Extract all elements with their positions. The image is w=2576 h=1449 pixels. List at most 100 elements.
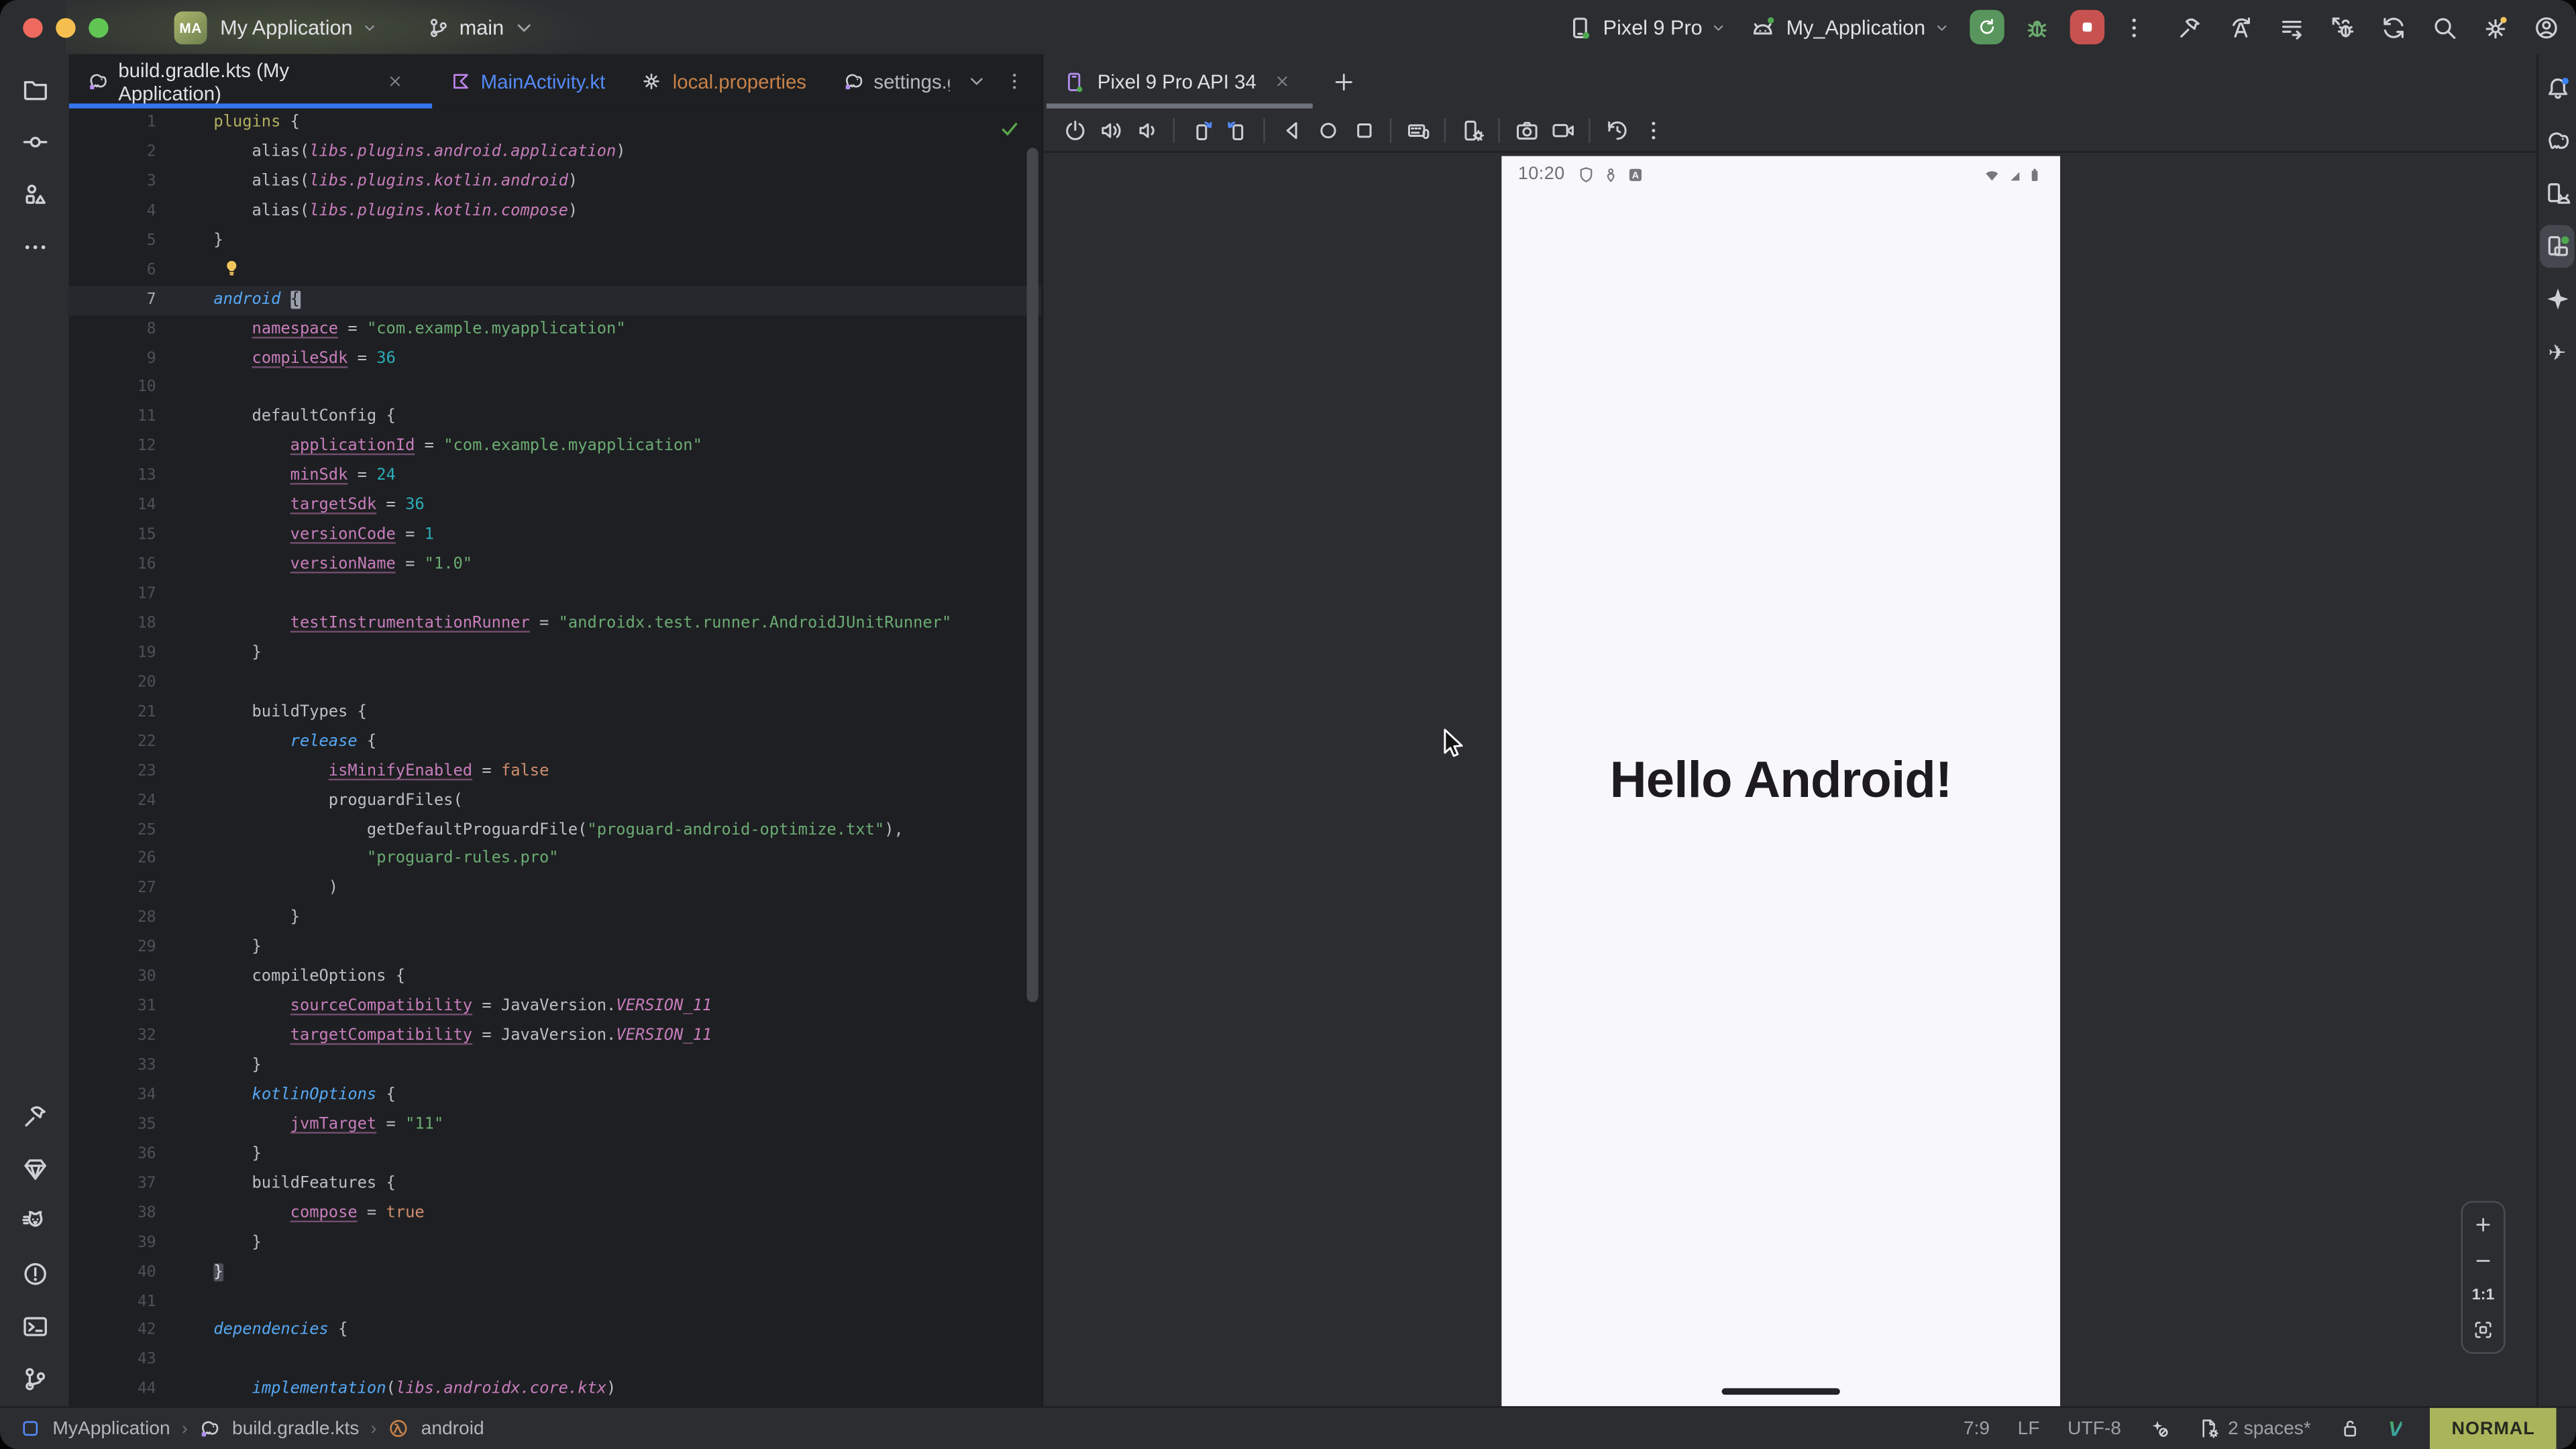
volume-down-icon[interactable] [1134, 117, 1159, 142]
zoom-controls: 1:1 [2461, 1201, 2506, 1354]
search-everywhere-icon[interactable] [2431, 14, 2457, 40]
code-line-25: 25 getDefaultProguardFile("proguard-andr… [69, 816, 1042, 845]
tool-window-button-gradle-tool[interactable] [2540, 120, 2574, 163]
zoom-actual-size-button[interactable]: 1:1 [2472, 1287, 2495, 1305]
tool-window-button-structure[interactable] [10, 172, 59, 215]
vim-mode-badge[interactable]: NORMAL [2430, 1408, 2557, 1449]
breadcrumb-project[interactable]: MyApplication [52, 1419, 170, 1438]
intention-bulb-icon[interactable] [222, 258, 241, 277]
close-window-button[interactable] [23, 17, 42, 37]
tool-window-button-notifications[interactable] [2540, 67, 2574, 110]
back-icon[interactable] [1279, 117, 1304, 142]
rotate-left-icon[interactable] [1189, 117, 1214, 142]
cellular-icon [2004, 165, 2023, 183]
tool-window-button-project[interactable] [10, 67, 59, 110]
line-number: 32 [69, 1022, 156, 1051]
breadcrumb-file[interactable]: build.gradle.kts [232, 1419, 359, 1438]
stop-button[interactable] [2070, 10, 2104, 44]
screen-record-icon[interactable] [1550, 117, 1575, 142]
settings-icon[interactable] [2482, 14, 2508, 40]
close-icon[interactable] [1273, 72, 1291, 91]
add-device-button[interactable] [1332, 70, 1354, 93]
gradle-tool-icon [2544, 128, 2570, 154]
tab-build-gradle-kts[interactable]: build.gradle.kts (My Application) [69, 54, 431, 109]
ideavim-icon[interactable]: V [2388, 1416, 2402, 1441]
code-line-5: 5} [69, 226, 1042, 256]
tool-window-button-running-devices[interactable] [2540, 225, 2574, 268]
overview-icon[interactable] [1351, 117, 1376, 142]
sync-project-icon[interactable] [2381, 14, 2407, 40]
breadcrumb-element[interactable]: android [421, 1419, 484, 1438]
profiler-icon[interactable] [2279, 14, 2305, 40]
close-icon[interactable] [386, 72, 404, 91]
project-selector[interactable]: My Application [220, 15, 352, 38]
tool-window-button-version-control[interactable] [10, 1357, 59, 1400]
line-text: android { [213, 285, 300, 315]
line-text: ) [213, 875, 338, 904]
tool-window-button-terminal[interactable] [10, 1304, 59, 1347]
home-icon[interactable] [1315, 117, 1340, 142]
rotate-right-icon[interactable] [1225, 117, 1250, 142]
fit-screen-button[interactable] [2473, 1320, 2494, 1341]
zoom-in-button[interactable] [2473, 1214, 2494, 1236]
ai-assistant-off-icon[interactable] [2149, 1417, 2171, 1439]
device-selector[interactable]: Pixel 9 Pro [1567, 14, 1727, 40]
device-screen[interactable]: 10:20 A Hello Android! [1501, 156, 2060, 1407]
tool-window-button-commit[interactable] [10, 120, 59, 163]
attach-debugger-icon[interactable] [2330, 14, 2356, 40]
tool-window-button-more-tool-windows[interactable] [10, 225, 59, 268]
code-viewport[interactable]: 1plugins {2 alias(libs.plugins.android.a… [69, 109, 1042, 1408]
tab-options-icon[interactable] [1004, 70, 1025, 92]
tool-window-button-device-manager[interactable] [2540, 172, 2574, 215]
tab-settings-gradle[interactable]: settings.g [824, 54, 950, 109]
profile-account-icon[interactable] [2533, 14, 2559, 40]
inspections-ok-icon[interactable] [999, 118, 1020, 140]
branch-selector[interactable]: main [427, 15, 535, 38]
tool-window-button-logcat[interactable] [10, 1199, 59, 1242]
line-text: } [213, 226, 223, 256]
device-settings-icon[interactable] [1460, 117, 1485, 142]
hidden-tabs-chevron-icon[interactable] [966, 70, 987, 92]
screenshot-icon[interactable] [1514, 117, 1539, 142]
volume-up-icon[interactable] [1098, 117, 1123, 142]
gesture-navigation-handle[interactable] [1722, 1388, 1840, 1395]
maximize-window-button[interactable] [89, 17, 108, 37]
person-pin-icon [1601, 165, 1619, 183]
more-actions-button[interactable] [2121, 14, 2147, 40]
unlock-icon[interactable] [2339, 1417, 2361, 1439]
snapshot-reset-icon[interactable] [1604, 117, 1629, 142]
code-line-43: 43 [69, 1346, 1042, 1376]
tool-window-button-app-quality-insights[interactable] [10, 1146, 59, 1189]
file-encoding[interactable]: UTF-8 [2068, 1419, 2121, 1438]
line-text: alias(libs.plugins.kotlin.compose) [213, 197, 578, 226]
tool-window-button-problems[interactable] [10, 1252, 59, 1295]
editor-area[interactable]: build.gradle.kts (My Application) MainAc… [69, 54, 1042, 1408]
indent-style[interactable]: 2 spaces* [2198, 1417, 2311, 1439]
debug-button[interactable] [2024, 14, 2050, 40]
tool-window-button-airplane[interactable]: ✈ [2540, 330, 2574, 373]
apply-changes-icon[interactable] [2228, 14, 2254, 40]
line-text: namespace = "com.example.myapplication" [213, 315, 625, 344]
run-configuration-selector[interactable]: My_Application [1750, 14, 1950, 40]
more-vert-icon[interactable] [1640, 117, 1665, 142]
code-line-2: 2 alias(libs.plugins.android.application… [69, 138, 1042, 168]
rerun-button[interactable] [1970, 10, 2004, 44]
tool-window-button-build-hammer[interactable] [10, 1094, 59, 1137]
tab-mainactivity-kt[interactable]: MainActivity.kt [431, 54, 623, 109]
code-line-22: 22 release { [69, 727, 1042, 757]
editor-scrollbar[interactable] [1027, 148, 1038, 1002]
tab-local-properties[interactable]: local.properties [623, 54, 824, 109]
line-number: 10 [69, 374, 156, 403]
power-icon[interactable] [1062, 117, 1087, 142]
line-ending[interactable]: LF [2018, 1419, 2040, 1438]
code-lines: 1plugins {2 alias(libs.plugins.android.a… [69, 109, 1042, 1405]
tool-window-button-gemini[interactable] [2540, 278, 2574, 321]
code-line-14: 14 targetSdk = 36 [69, 492, 1042, 521]
line-number: 22 [69, 727, 156, 757]
tab-pixel-9-pro-api-34[interactable]: Pixel 9 Pro API 34 [1043, 54, 1316, 109]
zoom-out-button[interactable] [2473, 1250, 2494, 1272]
minimize-window-button[interactable] [56, 17, 75, 37]
caret-position[interactable]: 7:9 [1964, 1419, 1990, 1438]
build-icon[interactable] [2177, 14, 2203, 40]
keyboard-icon[interactable] [1405, 117, 1430, 142]
